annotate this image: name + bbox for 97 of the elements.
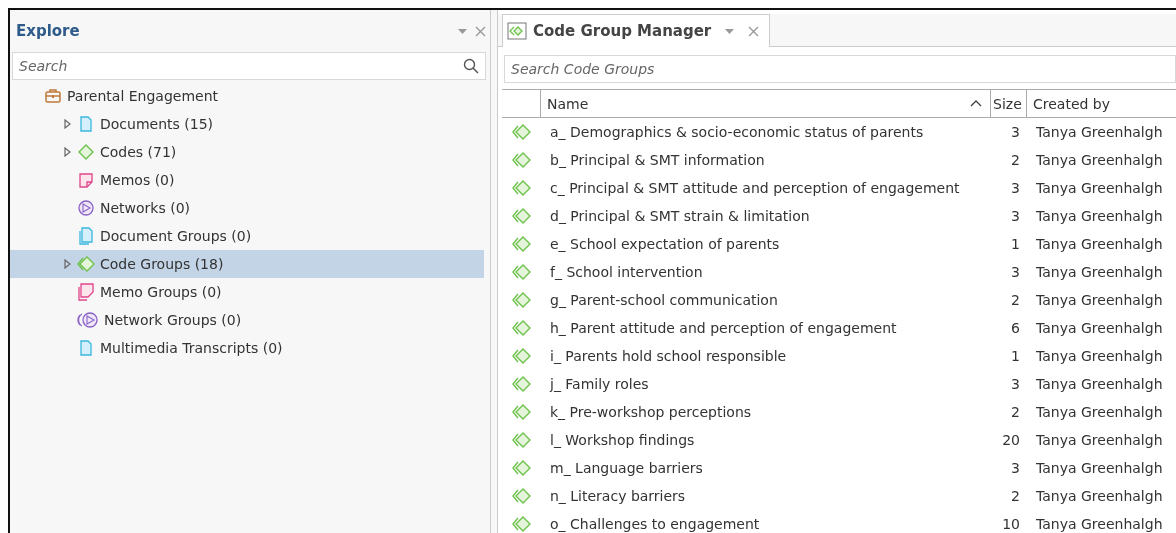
table-cell-text: 3 (1010, 460, 1021, 476)
table-cell-text: 3 (1010, 180, 1021, 196)
search-icon[interactable] (463, 58, 479, 74)
table-cell-text: Tanya Greenhalgh (1035, 488, 1164, 504)
note-stack-icon (77, 283, 95, 301)
expand-arrow-icon[interactable] (63, 259, 71, 269)
table-cell-text: Tanya Greenhalgh (1035, 292, 1164, 308)
expand-arrow-icon[interactable] (63, 147, 71, 157)
document-icon (77, 339, 95, 357)
diamond-stack-icon (512, 291, 532, 309)
diamond-stack-icon (512, 179, 532, 197)
table-cell-text: k_ Pre-workshop perceptions (549, 404, 753, 420)
table-cell-text: Tanya Greenhalgh (1035, 152, 1164, 168)
search-field[interactable]: Search (12, 52, 486, 80)
code-group-window-icon (507, 22, 527, 40)
table-cell-text: 2 (1010, 152, 1021, 168)
table-cell-text: f_ School intervention (549, 264, 704, 280)
table-cell-text: Tanya Greenhalgh (1035, 320, 1164, 336)
tree-item[interactable]: Networks (0) (10, 194, 484, 222)
table-cell-text: Tanya Greenhalgh (1035, 376, 1164, 392)
diamond-stack-icon (512, 319, 532, 337)
table-cell-text: 1 (1010, 348, 1021, 364)
diamond-stack-icon (512, 515, 532, 533)
table-cell-text: o_ Challenges to engagement (549, 516, 761, 532)
table-cell-text: Tanya Greenhalgh (1035, 264, 1164, 280)
table-cell-text: i_ Parents hold school responsible (549, 348, 788, 364)
tree-item[interactable]: Memos (0) (10, 166, 484, 194)
table-cell-text: Tanya Greenhalgh (1035, 348, 1164, 364)
table-cell-text: a_ Demographics & socio-economic status of parents (549, 124, 925, 140)
panel-title: Explore (16, 22, 81, 40)
table-cell-text: 10 (1001, 516, 1021, 532)
dropdown-icon[interactable] (725, 28, 735, 34)
briefcase-icon (44, 87, 62, 105)
tree-item[interactable]: Document Groups (0) (10, 222, 484, 250)
tree-item[interactable]: Memo Groups (0) (10, 278, 484, 306)
table-cell-text: g_ Parent-school communication (549, 292, 779, 308)
table-cell-text: Tanya Greenhalgh (1035, 208, 1164, 224)
network-icon (77, 199, 95, 217)
table-cell-text: d_ Principal & SMT strain & limitation (549, 208, 811, 224)
table-cell-text: 2 (1010, 404, 1021, 420)
diamond-stack-icon (512, 375, 532, 393)
diamond-stack-icon (512, 123, 532, 141)
diamond-icon (77, 143, 95, 161)
table-cell-text: m_ Language barriers (549, 460, 704, 476)
diamond-stack-icon (512, 207, 532, 225)
table-cell-text: Tanya Greenhalgh (1035, 124, 1164, 140)
document-stack-icon (77, 227, 95, 245)
table-cell-text: e_ School expectation of parents (549, 236, 781, 252)
table-cell-text: 3 (1010, 124, 1021, 140)
diamond-stack-icon (512, 151, 532, 169)
dropdown-icon[interactable] (458, 28, 467, 34)
sort-caret-icon (970, 100, 982, 107)
tree-item[interactable]: Codes (71) (10, 138, 484, 166)
diamond-stack-icon (512, 347, 532, 365)
table-cell-text: Tanya Greenhalgh (1035, 516, 1164, 532)
table-cell-text: n_ Literacy barriers (549, 488, 687, 504)
table-cell-text: Tanya Greenhalgh (1035, 180, 1164, 196)
diamond-stack-icon (77, 255, 95, 273)
table-cell-text: l_ Workshop findings (549, 432, 696, 448)
table-cell-text: 3 (1010, 376, 1021, 392)
table-cell-text: 20 (1001, 432, 1021, 448)
diamond-stack-icon (512, 403, 532, 421)
column-header[interactable]: Size (990, 90, 1026, 117)
tree-item[interactable]: Multimedia Transcripts (0) (10, 334, 484, 362)
table-cell-text: Tanya Greenhalgh (1035, 236, 1164, 252)
table-cell-text: 2 (1010, 488, 1021, 504)
table-cell-text: 3 (1010, 264, 1021, 280)
diamond-stack-icon (512, 459, 532, 477)
close-icon[interactable] (475, 25, 486, 37)
diamond-stack-icon (512, 487, 532, 505)
tree-item[interactable]: Network Groups (0) (10, 306, 484, 334)
table-cell-text: c_ Principal & SMT attitude and perception of engagement (549, 180, 961, 196)
table-cell-text: j_ Family roles (548, 376, 650, 392)
table-cell-text: Tanya Greenhalgh (1035, 432, 1164, 448)
tree-item[interactable]: Parental Engagement (10, 82, 484, 110)
network-stack-icon (77, 311, 99, 329)
table-cell-text: Tanya Greenhalgh (1035, 404, 1164, 420)
document-icon (77, 115, 95, 133)
column-header[interactable]: Created by (1026, 90, 1176, 117)
close-icon[interactable] (748, 25, 760, 37)
table-cell-text: 3 (1010, 208, 1021, 224)
tree-item[interactable]: Code Groups (18) (10, 250, 484, 278)
table-cell-text: h_ Parent attitude and perception of engagement (549, 320, 898, 336)
diamond-stack-icon (512, 263, 532, 281)
manager-tab[interactable]: Code Group Manager (502, 14, 771, 47)
diamond-stack-icon (512, 431, 532, 449)
note-icon (77, 171, 95, 189)
table-cell-text: 6 (1010, 320, 1021, 336)
diamond-stack-icon (512, 235, 532, 253)
table-cell-text: Tanya Greenhalgh (1035, 460, 1164, 476)
tree-item[interactable]: Documents (15) (10, 110, 484, 138)
expand-arrow-icon[interactable] (63, 119, 71, 129)
search-field[interactable]: Search Code Groups (504, 55, 1176, 83)
column-header[interactable]: Name (540, 90, 990, 117)
table-cell-text: 1 (1010, 236, 1021, 252)
table-cell-text: 2 (1010, 292, 1021, 308)
table-cell-text: b_ Principal & SMT information (549, 152, 766, 168)
